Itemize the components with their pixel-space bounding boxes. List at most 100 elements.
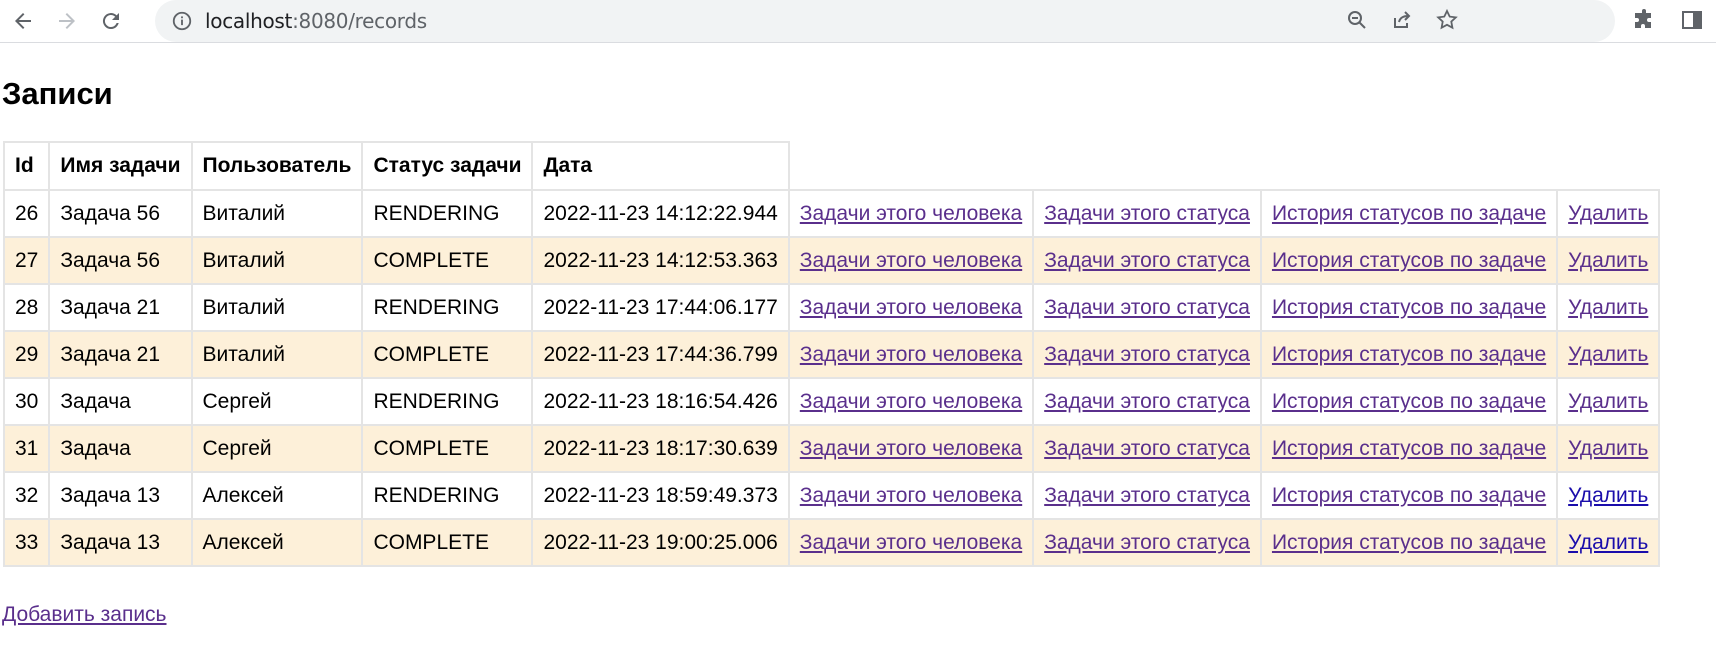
- link-tasks-by-status[interactable]: Задачи этого статуса: [1044, 343, 1250, 366]
- cell-status: COMPLETE: [361, 236, 534, 285]
- side-panel-icon[interactable]: [1680, 8, 1704, 37]
- link-cell: Удалить: [1556, 377, 1661, 426]
- cell-task-name: Задача 13: [48, 518, 193, 567]
- bookmark-star-icon[interactable]: [1435, 8, 1459, 37]
- table-row: 33 Задача 13 Алексей COMPLETE 2022-11-23 19:…: [2, 518, 1661, 567]
- link-status-history[interactable]: История статусов по задаче: [1272, 484, 1546, 507]
- table-row: 29 Задача 21 Виталий COMPLETE 2022-11-23 17:…: [2, 330, 1661, 379]
- table-row: 32 Задача 13 Алексей RENDERING 2022-11-23 18…: [2, 471, 1661, 520]
- link-cell: Задачи этого статуса: [1032, 377, 1262, 426]
- cell-date: 2022-11-23 17:44:36.799: [531, 330, 790, 379]
- cell-status: COMPLETE: [361, 424, 534, 473]
- cell-task-name: Задача 21: [48, 283, 193, 332]
- link-cell: Задачи этого статуса: [1032, 518, 1262, 567]
- link-status-history[interactable]: История статусов по задаче: [1272, 343, 1546, 366]
- cell-user: Сергей: [190, 377, 364, 426]
- table-row: 26 Задача 56 Виталий RENDERING 2022-11-23 14…: [2, 189, 1661, 238]
- link-cell: История статусов по задаче: [1259, 471, 1559, 520]
- add-record-link[interactable]: Добавить запись: [2, 603, 167, 627]
- cell-date: 2022-11-23 14:12:22.944: [531, 189, 790, 238]
- url-host: localhost: [205, 9, 293, 33]
- forward-arrow-icon[interactable]: [52, 6, 82, 36]
- link-delete[interactable]: Удалить: [1568, 343, 1648, 366]
- link-delete[interactable]: Удалить: [1568, 390, 1648, 413]
- address-bar[interactable]: localhost:8080/records: [155, 0, 1615, 42]
- cell-status: RENDERING: [361, 189, 534, 238]
- link-tasks-by-status[interactable]: Задачи этого статуса: [1044, 531, 1250, 554]
- cell-task-name: Задача 56: [48, 236, 193, 285]
- cell-user: Виталий: [190, 236, 364, 285]
- page-title: Записи: [2, 76, 113, 111]
- link-tasks-by-person[interactable]: Задачи этого человека: [800, 390, 1022, 413]
- link-tasks-by-person[interactable]: Задачи этого человека: [800, 296, 1022, 319]
- cell-id: 32: [2, 471, 51, 520]
- link-tasks-by-status[interactable]: Задачи этого статуса: [1044, 202, 1250, 225]
- link-cell: Задачи этого человека: [787, 330, 1035, 379]
- link-status-history[interactable]: История статусов по задаче: [1272, 202, 1546, 225]
- cell-id: 26: [2, 189, 51, 238]
- link-cell: Удалить: [1556, 424, 1661, 473]
- link-cell: Задачи этого человека: [787, 189, 1035, 238]
- site-info-icon[interactable]: [171, 10, 193, 37]
- link-cell: Задачи этого человека: [787, 471, 1035, 520]
- link-tasks-by-status[interactable]: Задачи этого статуса: [1044, 484, 1250, 507]
- cell-user: Алексей: [190, 471, 364, 520]
- cell-status: RENDERING: [361, 283, 534, 332]
- cell-user: Виталий: [190, 283, 364, 332]
- link-tasks-by-status[interactable]: Задачи этого статуса: [1044, 390, 1250, 413]
- link-cell: Задачи этого человека: [787, 518, 1035, 567]
- link-delete[interactable]: Удалить: [1568, 249, 1648, 272]
- link-cell: Задачи этого статуса: [1032, 283, 1262, 332]
- link-delete[interactable]: Удалить: [1568, 531, 1648, 554]
- link-tasks-by-person[interactable]: Задачи этого человека: [800, 531, 1022, 554]
- back-arrow-icon[interactable]: [8, 6, 38, 36]
- link-cell: История статусов по задаче: [1259, 518, 1559, 567]
- cell-status: COMPLETE: [361, 330, 534, 379]
- link-cell: Удалить: [1556, 330, 1661, 379]
- cell-task-name: Задача 13: [48, 471, 193, 520]
- url-path: :8080/records: [292, 9, 427, 33]
- link-status-history[interactable]: История статусов по задаче: [1272, 249, 1546, 272]
- column-header: Пользователь: [190, 141, 364, 191]
- cell-date: 2022-11-23 14:12:53.363: [531, 236, 790, 285]
- link-tasks-by-person[interactable]: Задачи этого человека: [800, 343, 1022, 366]
- link-status-history[interactable]: История статусов по задаче: [1272, 390, 1546, 413]
- link-cell: Задачи этого статуса: [1032, 189, 1262, 238]
- cell-date: 2022-11-23 18:17:30.639: [531, 424, 790, 473]
- link-cell: Задачи этого статуса: [1032, 424, 1262, 473]
- link-cell: Задачи этого статуса: [1032, 471, 1262, 520]
- link-status-history[interactable]: История статусов по задаче: [1272, 296, 1546, 319]
- link-tasks-by-status[interactable]: Задачи этого статуса: [1044, 249, 1250, 272]
- column-header: Статус задачи: [361, 141, 534, 191]
- link-delete[interactable]: Удалить: [1568, 484, 1648, 507]
- cell-date: 2022-11-23 18:16:54.426: [531, 377, 790, 426]
- link-cell: Задачи этого человека: [787, 283, 1035, 332]
- cell-user: Виталий: [190, 330, 364, 379]
- link-cell: Задачи этого человека: [787, 377, 1035, 426]
- table-row: 28 Задача 21 Виталий RENDERING 2022-11-23 17…: [2, 283, 1661, 332]
- link-delete[interactable]: Удалить: [1568, 202, 1648, 225]
- column-header: Id: [2, 141, 51, 191]
- link-tasks-by-person[interactable]: Задачи этого человека: [800, 202, 1022, 225]
- records-table-body: 26 Задача 56 Виталий RENDERING 2022-11-23 14…: [2, 189, 1661, 567]
- zoom-icon[interactable]: [1345, 8, 1369, 37]
- link-cell: Удалить: [1556, 236, 1661, 285]
- cell-task-name: Задача: [48, 377, 193, 426]
- cell-status: RENDERING: [361, 471, 534, 520]
- link-status-history[interactable]: История статусов по задаче: [1272, 531, 1546, 554]
- link-delete[interactable]: Удалить: [1568, 437, 1648, 460]
- link-cell: История статусов по задаче: [1259, 189, 1559, 238]
- share-icon[interactable]: [1390, 8, 1414, 37]
- reload-icon[interactable]: [96, 6, 126, 36]
- link-tasks-by-status[interactable]: Задачи этого статуса: [1044, 296, 1250, 319]
- table-row: 30 Задача Сергей RENDERING 2022-11-23 18:16:…: [2, 377, 1661, 426]
- link-delete[interactable]: Удалить: [1568, 296, 1648, 319]
- link-status-history[interactable]: История статусов по задаче: [1272, 437, 1546, 460]
- link-tasks-by-person[interactable]: Задачи этого человека: [800, 249, 1022, 272]
- link-tasks-by-status[interactable]: Задачи этого статуса: [1044, 437, 1250, 460]
- link-tasks-by-person[interactable]: Задачи этого человека: [800, 437, 1022, 460]
- extensions-puzzle-icon[interactable]: [1632, 8, 1656, 37]
- table-header-row: Id Имя задачи Пользователь Статус задачи Дат…: [2, 141, 1659, 191]
- cell-task-name: Задача: [48, 424, 193, 473]
- link-tasks-by-person[interactable]: Задачи этого человека: [800, 484, 1022, 507]
